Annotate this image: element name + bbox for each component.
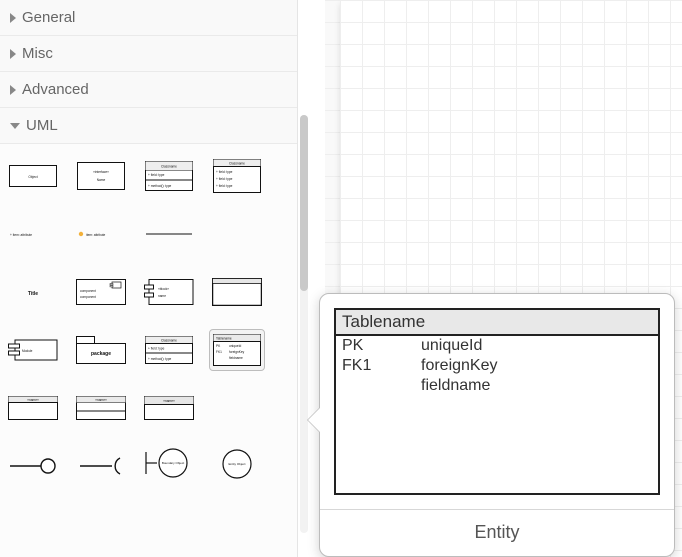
svg-text:+ field: type: + field: type bbox=[148, 173, 165, 177]
category-label: Misc bbox=[22, 45, 53, 62]
category-label: UML bbox=[26, 117, 58, 134]
shape-spacer[interactable] bbox=[210, 214, 264, 254]
chevron-right-icon bbox=[10, 49, 16, 59]
entity-row-key bbox=[335, 376, 415, 396]
shape-table-simple[interactable]: «name» bbox=[6, 388, 60, 428]
shape-package[interactable]: package bbox=[74, 330, 128, 370]
shape-table-header[interactable]: «name» bbox=[142, 388, 196, 428]
shape-required-interface[interactable] bbox=[74, 446, 128, 486]
entity-row-key: FK1 bbox=[335, 356, 415, 376]
svg-text:Tablename: Tablename bbox=[216, 337, 232, 341]
svg-text:Module: Module bbox=[22, 349, 33, 353]
svg-text:Classname: Classname bbox=[161, 165, 177, 169]
svg-text:«name»: «name» bbox=[163, 399, 175, 403]
category-advanced[interactable]: Advanced bbox=[0, 72, 297, 108]
svg-text:+ field: type: + field: type bbox=[216, 170, 233, 174]
svg-text:+ item: attribute: + item: attribute bbox=[10, 233, 32, 237]
chevron-right-icon bbox=[10, 85, 16, 95]
svg-text:+ field: type: + field: type bbox=[148, 347, 165, 351]
svg-text:Classname: Classname bbox=[229, 162, 245, 166]
entity-row-field: fieldname bbox=[415, 376, 659, 396]
svg-text:component: component bbox=[80, 295, 96, 299]
shape-class-small[interactable]: Classname + field: type + method(): type bbox=[142, 330, 196, 370]
shape-object[interactable]: Object bbox=[6, 156, 60, 196]
category-general[interactable]: General bbox=[0, 0, 297, 36]
shape-module[interactable]: Module bbox=[6, 330, 60, 370]
svg-text:foreignKey: foreignKey bbox=[229, 350, 245, 354]
svg-text:+ method(): type: + method(): type bbox=[148, 184, 172, 188]
svg-text:«block»: «block» bbox=[158, 287, 169, 291]
svg-text:item: attribute: item: attribute bbox=[86, 233, 106, 237]
shape-empty-slot bbox=[210, 388, 264, 428]
shape-attribute-item-icon[interactable]: item: attribute bbox=[74, 214, 128, 254]
sidebar-scrollbar[interactable] bbox=[300, 115, 308, 533]
shape-boundary-object[interactable]: Boundary Object bbox=[142, 446, 196, 486]
category-label: General bbox=[22, 9, 75, 26]
shape-palette-sidebar: General Misc Advanced UML Object «interf… bbox=[0, 0, 298, 557]
chevron-right-icon bbox=[10, 13, 16, 23]
uml-shapes-grid: Object «interface» Name Classname + fiel… bbox=[0, 144, 297, 498]
entity-row-field: foreignKey bbox=[415, 356, 659, 376]
shape-provided-interface[interactable] bbox=[6, 446, 60, 486]
svg-text:Classname: Classname bbox=[161, 339, 177, 343]
shape-table-two[interactable]: «name» bbox=[74, 388, 128, 428]
svg-text:+ field: type: + field: type bbox=[216, 184, 233, 188]
entity-table-name: Tablename bbox=[335, 309, 659, 335]
svg-text:Boundary Object: Boundary Object bbox=[162, 461, 185, 465]
svg-text:FK1: FK1 bbox=[216, 350, 222, 354]
shape-preview-tooltip: Tablename PK uniqueId FK1 foreignKey fie… bbox=[319, 293, 675, 557]
shape-interface[interactable]: «interface» Name bbox=[74, 156, 128, 196]
svg-text:name: name bbox=[158, 294, 166, 298]
svg-text:package: package bbox=[91, 351, 111, 357]
svg-text:«name»: «name» bbox=[95, 398, 107, 402]
svg-text:Object: Object bbox=[28, 175, 37, 179]
svg-text:component: component bbox=[80, 289, 96, 293]
category-misc[interactable]: Misc bbox=[0, 36, 297, 72]
shape-class-4[interactable]: Classname + field: type + field: type + … bbox=[210, 156, 264, 196]
tooltip-body: Tablename PK uniqueId FK1 foreignKey fie… bbox=[320, 294, 674, 509]
svg-text:+ field: type: + field: type bbox=[216, 177, 233, 181]
shape-container[interactable] bbox=[210, 272, 264, 312]
chevron-down-icon bbox=[10, 123, 20, 129]
scrollbar-thumb[interactable] bbox=[300, 115, 308, 291]
svg-text:«name»: «name» bbox=[27, 398, 39, 402]
svg-text:Entity Object: Entity Object bbox=[228, 462, 245, 466]
category-label: Advanced bbox=[22, 81, 89, 98]
svg-text:fieldname: fieldname bbox=[229, 356, 243, 360]
shape-attribute-item[interactable]: + item: attribute bbox=[6, 214, 60, 254]
shape-title[interactable]: Title bbox=[6, 272, 60, 312]
svg-text:Title: Title bbox=[28, 291, 38, 297]
tooltip-pointer-icon bbox=[308, 408, 320, 432]
svg-text:«interface»: «interface» bbox=[93, 170, 109, 174]
shape-entity-object[interactable]: Entity Object bbox=[210, 446, 264, 486]
shape-divider[interactable] bbox=[142, 214, 196, 254]
tooltip-caption: Entity bbox=[320, 509, 674, 556]
shape-class-3[interactable]: Classname + field: type + method(): type bbox=[142, 156, 196, 196]
svg-text:Name: Name bbox=[97, 178, 106, 182]
svg-text:+ method(): type: + method(): type bbox=[148, 357, 172, 361]
entity-row-key: PK bbox=[335, 335, 415, 356]
category-uml[interactable]: UML bbox=[0, 108, 297, 144]
svg-text:uniqueId: uniqueId bbox=[229, 344, 241, 348]
shape-component[interactable]: component component bbox=[74, 272, 128, 312]
entity-row-field: uniqueId bbox=[415, 335, 659, 356]
entity-preview-table: Tablename PK uniqueId FK1 foreignKey fie… bbox=[334, 308, 660, 495]
shape-block[interactable]: «block» name bbox=[142, 272, 196, 312]
shape-entity[interactable]: Tablename PK uniqueId FK1 foreignKey fie… bbox=[210, 330, 264, 370]
